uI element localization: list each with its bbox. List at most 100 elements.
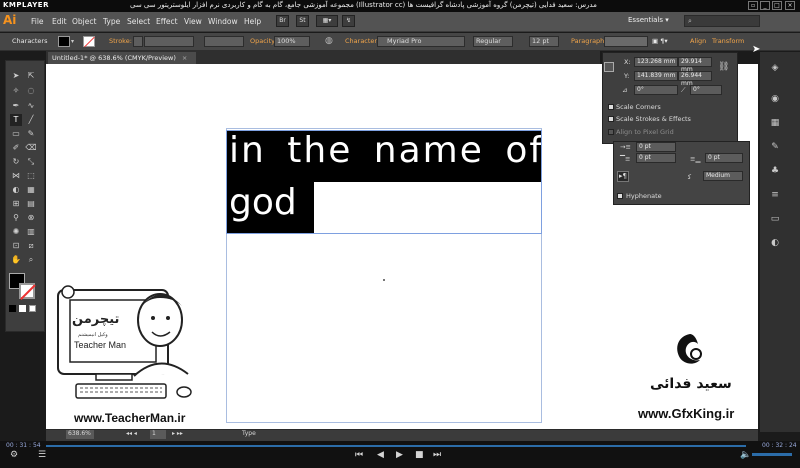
reference-point-icon[interactable] [604,62,614,72]
selection-tool-icon[interactable]: ➤ [10,70,22,82]
close-icon[interactable]: × [785,1,795,10]
mesh-tool-icon[interactable]: ⊞ [10,198,22,210]
brushes-icon[interactable]: ✎ [768,142,782,154]
color-mode-swatch[interactable] [9,305,16,312]
blend-tool-icon[interactable]: ⊗ [25,212,37,224]
shaper-tool-icon[interactable]: ✐ [10,142,22,154]
artboard-tool-icon[interactable]: ⊡ [10,240,22,252]
text-frame[interactable] [226,130,542,234]
page-nav-next[interactable]: ▸ ▸▸ [172,430,183,437]
indent-left-field[interactable]: 0 pt [636,142,676,152]
workspace-switcher[interactable]: Essentials ▾ [628,16,678,27]
rotate-field[interactable]: 0° [634,85,678,95]
column-graph-icon[interactable]: ▥ [25,226,37,238]
tab-close-icon[interactable]: × [182,54,187,62]
font-size-field[interactable]: 12 pt [529,36,559,47]
color-icon[interactable]: ◉ [768,94,782,106]
align-buttons[interactable] [604,36,648,47]
fill-swatch[interactable] [58,36,70,47]
h-field[interactable]: 26.944 mm [678,71,712,87]
seek-bar[interactable] [46,445,746,447]
magic-wand-icon[interactable]: ✧ [10,85,22,97]
symbol-sprayer-icon[interactable]: ✺ [10,226,22,238]
menu-select[interactable]: Select [127,17,150,26]
hand-tool-icon[interactable]: ✋ [10,254,22,266]
transparency-icon[interactable]: ◐ [768,238,782,250]
layers-icon[interactable]: ◈ [768,63,782,75]
font-family-field[interactable]: Myriad Pro [377,36,465,47]
width-tool-icon[interactable]: ⋈ [10,170,22,182]
stop-icon[interactable]: ■ [415,450,424,460]
help-search-input[interactable]: ⌕ [684,15,760,27]
pen-tool-icon[interactable]: ✒ [10,100,22,112]
align-pixel-checkbox[interactable] [608,129,614,135]
curvature-tool-icon[interactable]: ∿ [25,100,37,112]
variable-width-field[interactable] [204,36,244,47]
stock-button[interactable]: St [296,15,309,27]
stroke-weight-stepper[interactable] [133,36,143,47]
settings-icon[interactable]: ⚙ [10,450,18,460]
font-style-field[interactable]: Regular [473,36,513,47]
character-label[interactable]: Character: [345,37,379,45]
hyphenate-checkbox[interactable] [617,193,623,199]
play-icon[interactable]: ▶ [396,450,403,460]
line-tool-icon[interactable]: ╱ [25,114,37,126]
rectangle-tool-icon[interactable]: ▭ [10,128,22,140]
gradient-mode-swatch[interactable] [19,305,26,312]
prev-icon[interactable]: ⏮ [355,450,363,460]
playlist-icon[interactable]: ☰ [38,450,46,460]
paintbrush-icon[interactable]: ✎ [25,128,37,140]
align-label[interactable]: Align [690,37,706,45]
gradient-tool-icon[interactable]: ▤ [25,198,37,210]
gpu-icon[interactable]: ↯ [342,15,355,27]
document-tab[interactable]: Untitled-1* @ 638.6% (CMYK/Preview) × [48,52,196,64]
space-before-field[interactable]: 0 pt [636,153,676,163]
page-nav[interactable]: ◂◂ ◂ [126,430,137,437]
stroke-label[interactable]: Stroke: [109,37,132,45]
volume-slider[interactable] [752,453,792,456]
eraser-icon[interactable]: ⌫ [25,142,37,154]
menu-type[interactable]: Type [103,17,120,26]
gradient-icon[interactable]: ▭ [768,214,782,226]
direct-selection-tool-icon[interactable]: ⇱ [25,70,37,82]
zoom-field[interactable]: 638.6% [66,430,94,439]
swatches-icon[interactable]: ▦ [768,118,782,130]
next-icon[interactable]: ⏭ [433,450,441,460]
stroke-weight-field[interactable] [144,36,194,47]
direction-icon[interactable]: ▸¶ [617,171,629,182]
paragraph-label[interactable]: Paragraph: [571,37,606,45]
menu-object[interactable]: Object [72,17,96,26]
recolor-icon[interactable]: ◍ [325,36,333,46]
x-field[interactable]: 123.268 mm [634,57,678,67]
bridge-button[interactable]: Br [276,15,289,27]
menu-file[interactable]: File [31,17,44,26]
menu-window[interactable]: Window [208,17,238,26]
volume-icon[interactable]: 🔈 [740,450,751,460]
opacity-field[interactable]: 100% [274,36,310,47]
slice-tool-icon[interactable]: ⧄ [25,240,37,252]
lasso-icon[interactable]: ◌ [25,85,37,97]
zoom-tool-icon[interactable]: ⌕ [25,254,37,266]
arrange-documents-button[interactable]: ▦▾ [316,15,338,27]
menu-view[interactable]: View [184,17,202,26]
constrain-proportions-icon[interactable]: ⛓ [718,62,729,72]
pin-icon[interactable]: ▫ [748,1,758,10]
w-field[interactable]: 29.914 mm [678,57,712,73]
none-mode-swatch[interactable] [29,305,36,312]
menu-edit[interactable]: Edit [52,17,67,26]
page-field[interactable]: 1 [150,430,166,439]
stroke-color-swatch[interactable] [19,283,36,300]
scale-tool-icon[interactable]: ⤡ [25,156,37,168]
rotate-tool-icon[interactable]: ↻ [10,156,22,168]
scale-strokes-checkbox[interactable] [608,116,614,122]
menu-effect[interactable]: Effect [156,17,178,26]
y-field[interactable]: 141.839 mm [634,71,678,81]
symbols-icon[interactable]: ♣ [768,166,782,178]
shape-builder-icon[interactable]: ◐ [10,184,22,196]
transform-label[interactable]: Transform [712,37,744,45]
maximize-icon[interactable]: □ [772,1,782,10]
type-tool-icon[interactable]: T [10,114,22,126]
shear-field[interactable]: 0° [690,85,722,95]
stroke-icon[interactable]: ≡ [768,190,782,202]
kashida-select[interactable]: Medium [703,171,743,181]
